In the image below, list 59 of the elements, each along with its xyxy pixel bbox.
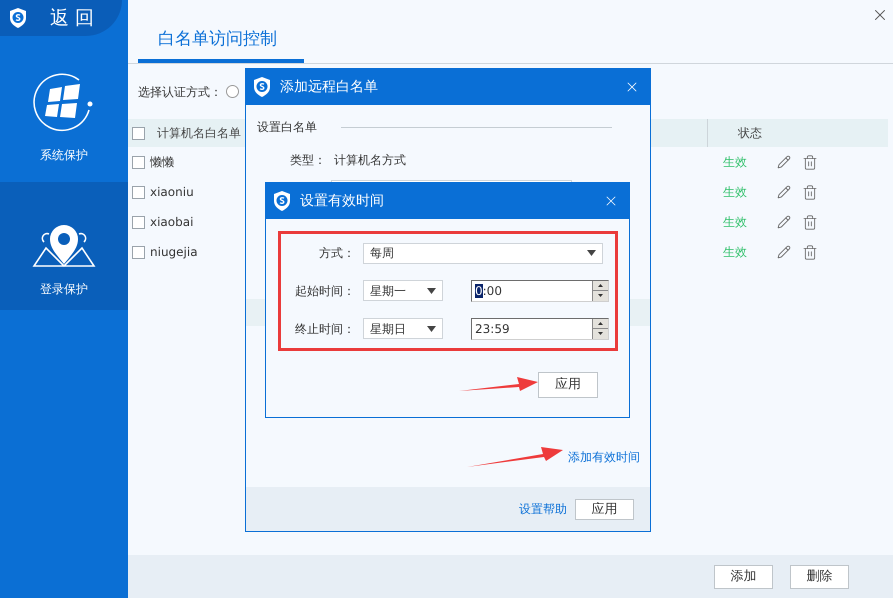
checkbox[interactable] (132, 186, 145, 198)
table-cell-text: niugejia (150, 244, 198, 261)
dialog-title: 添加远程白名单 (280, 78, 378, 96)
auth-label: 选择认证方式： (138, 84, 222, 100)
dropdown-caret-icon (587, 250, 596, 256)
radio-button[interactable] (226, 85, 239, 98)
edit-icon[interactable] (777, 155, 791, 169)
field-label: 终止时间： (294, 320, 355, 338)
back-button[interactable]: 返 回 (0, 0, 122, 36)
edit-icon[interactable] (777, 185, 791, 199)
time-field[interactable]: 0:00 (471, 280, 609, 302)
time-field[interactable]: 23:59 (471, 318, 609, 340)
action-button[interactable]: 添加 (714, 564, 773, 588)
add-time-link[interactable]: 添加有效时间 (568, 448, 640, 466)
dialog-title: 设置有效时间 (300, 192, 384, 210)
status-text: 生效 (723, 154, 747, 171)
help-link[interactable]: 设置帮助 (519, 500, 567, 518)
table-cell-text: xiaoniu (150, 184, 194, 201)
mode-select[interactable]: 每周 (363, 242, 603, 264)
page-tab[interactable]: 白名单访问控制 (138, 27, 304, 63)
trash-icon[interactable] (802, 244, 818, 260)
type-value: 计算机名方式 (334, 152, 406, 169)
checkbox[interactable] (132, 246, 145, 258)
action-button[interactable]: 删除 (790, 564, 849, 588)
checkbox[interactable] (132, 126, 145, 140)
shield-logo-icon (8, 7, 28, 29)
windows-logo-icon (33, 72, 95, 132)
apply-button[interactable]: 应用 (538, 372, 598, 398)
shield-logo-icon (272, 190, 292, 212)
status-text: 生效 (723, 244, 747, 261)
apply-button[interactable]: 应用 (575, 498, 634, 520)
checkbox[interactable] (132, 156, 145, 168)
map-pin-icon (32, 224, 96, 268)
shield-logo-icon (252, 76, 272, 98)
field-label: 方式： (318, 245, 355, 262)
weekday-select[interactable]: 星期一 (363, 280, 443, 301)
weekday-select[interactable]: 星期日 (363, 318, 443, 339)
checkbox[interactable] (132, 216, 145, 228)
up-icon (598, 284, 603, 287)
status-text: 生效 (723, 214, 747, 231)
status-text: 生效 (723, 184, 747, 201)
up-icon (598, 322, 603, 325)
field-label: 起始时间： (294, 282, 355, 300)
trash-icon[interactable] (802, 184, 818, 200)
sidebar-item[interactable]: 登录保护 (0, 182, 128, 310)
table-cell-text: 懒懒 (150, 154, 174, 171)
table-cell-text: xiaobai (150, 214, 194, 231)
column-header: 计算机名白名单 (157, 125, 241, 142)
column-header: 状态 (738, 125, 762, 142)
spin-buttons[interactable] (592, 318, 608, 338)
edit-icon[interactable] (777, 245, 791, 259)
trash-icon[interactable] (802, 154, 818, 170)
dropdown-caret-icon (427, 288, 436, 294)
trash-icon[interactable] (802, 214, 818, 230)
down-icon (598, 332, 603, 336)
spin-buttons[interactable] (592, 280, 608, 300)
edit-icon[interactable] (777, 215, 791, 229)
section-title: 设置白名单 (257, 119, 317, 136)
type-label: 类型： (290, 152, 326, 169)
